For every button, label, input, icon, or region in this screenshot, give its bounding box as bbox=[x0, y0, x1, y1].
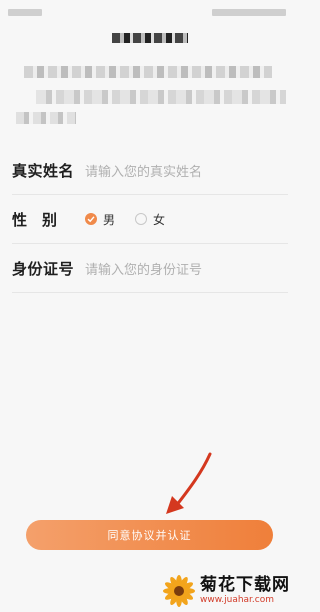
name-label: 真实姓名 bbox=[12, 161, 75, 180]
status-right-blur bbox=[212, 9, 286, 16]
watermark: 菊花下载网 www.juahar.com bbox=[162, 574, 290, 608]
gender-row: 性别 男 女 bbox=[12, 195, 288, 244]
watermark-url: www.juahar.com bbox=[200, 595, 275, 605]
gender-radio-group: 男 女 bbox=[85, 211, 179, 228]
id-label: 身份证号 bbox=[12, 259, 75, 278]
gender-female-label[interactable]: 女 bbox=[153, 211, 165, 228]
gender-female-radio[interactable] bbox=[135, 213, 148, 225]
gender-male-label[interactable]: 男 bbox=[103, 211, 115, 228]
gender-male-radio[interactable] bbox=[85, 213, 97, 225]
agree-and-verify-button[interactable]: 同意协议并认证 bbox=[26, 520, 273, 550]
check-icon bbox=[87, 216, 95, 223]
page-title-blurred bbox=[112, 33, 188, 43]
arrow-icon bbox=[166, 452, 212, 514]
status-bar bbox=[0, 0, 300, 22]
id-input[interactable]: 请输入您的身份证号 bbox=[85, 259, 288, 278]
status-left-blur bbox=[8, 9, 42, 16]
name-input[interactable]: 请输入您的真实姓名 bbox=[85, 161, 288, 180]
flower-logo-icon bbox=[163, 575, 195, 607]
info-text-blurred-2 bbox=[36, 90, 286, 104]
info-text-blurred-1 bbox=[24, 66, 272, 78]
watermark-title: 菊花下载网 bbox=[200, 575, 290, 595]
gender-label: 性别 bbox=[12, 210, 73, 229]
verification-form: 真实姓名 请输入您的真实姓名 性别 男 女 身份证号 请输入您的身份证号 bbox=[12, 146, 288, 293]
info-text-blurred-3 bbox=[16, 112, 76, 124]
name-row: 真实姓名 请输入您的真实姓名 bbox=[12, 146, 288, 195]
id-row: 身份证号 请输入您的身份证号 bbox=[12, 244, 288, 293]
